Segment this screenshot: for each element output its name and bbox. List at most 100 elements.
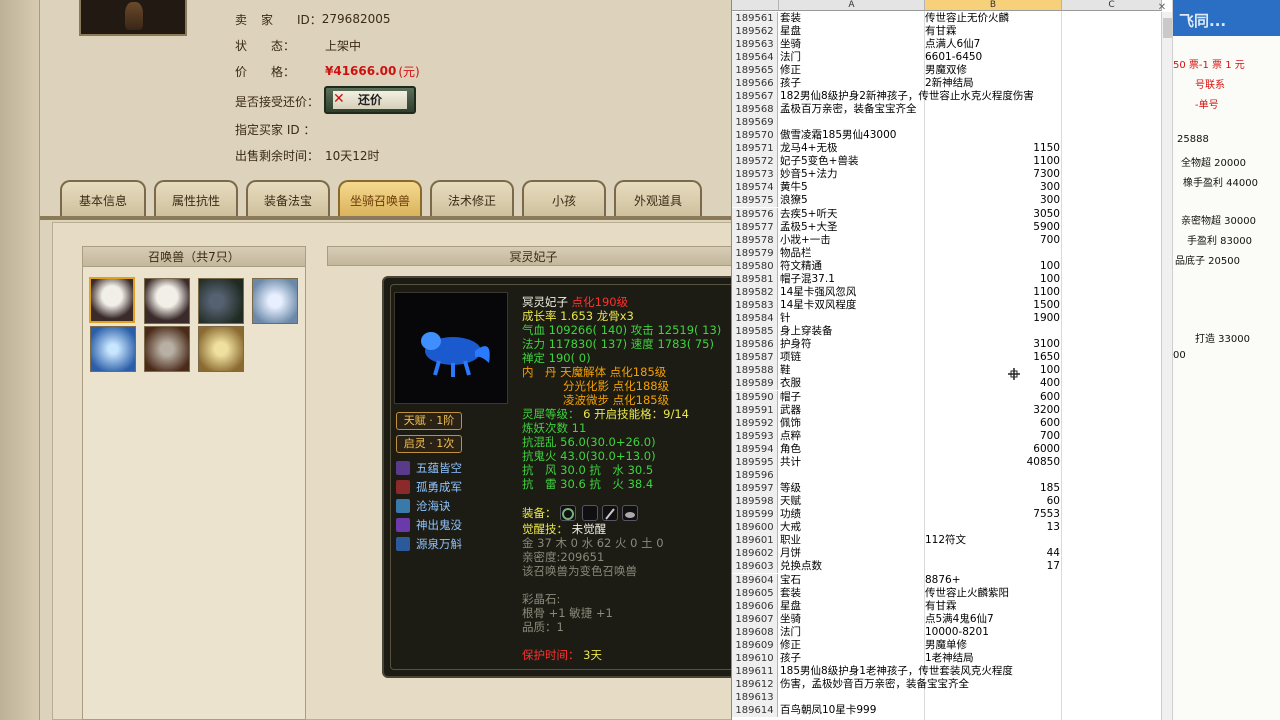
spreadsheet-row[interactable]: 189606 星盘 有甘霖 [732, 599, 1172, 613]
cell-a[interactable]: 物品栏 [780, 247, 924, 260]
spreadsheet-row[interactable]: 189577 孟极5+大圣 5900 [732, 220, 1172, 234]
cell-a[interactable]: 法门 [780, 51, 924, 64]
cell-a[interactable]: 月饼 [780, 547, 924, 560]
equip-slot-2-icon[interactable] [582, 505, 598, 521]
cell-b[interactable]: 13 [925, 521, 1060, 534]
cell-a[interactable]: 孟极百万亲密，装备宝宝齐全 [780, 103, 924, 116]
pet-slot-1[interactable] [89, 277, 135, 323]
cell-a[interactable]: 帽子 [780, 391, 924, 404]
row-number[interactable]: 189563 [732, 37, 778, 51]
row-number[interactable]: 189595 [732, 455, 778, 469]
cell-a[interactable]: 修正 [780, 64, 924, 77]
column-header-c[interactable]: C [1062, 0, 1162, 11]
cell-a[interactable]: 帽子混37.1 [780, 273, 924, 286]
spreadsheet-row[interactable]: 189569 [732, 116, 1172, 130]
spreadsheet-row[interactable]: 189604 宝石 8876+ [732, 573, 1172, 587]
row-number[interactable]: 189583 [732, 299, 778, 313]
spreadsheet-row[interactable]: 189571 龙马4+无极 1150 [732, 142, 1172, 156]
cell-b[interactable]: 3050 [925, 208, 1060, 221]
cell-b[interactable]: 40850 [925, 456, 1060, 469]
row-number[interactable]: 189566 [732, 76, 778, 90]
row-number[interactable]: 189611 [732, 665, 778, 678]
cell-a[interactable]: 天赋 [780, 495, 924, 508]
cell-b[interactable]: 点5满4鬼6仙7 [925, 613, 1062, 626]
row-number[interactable]: 189609 [732, 638, 778, 652]
row-number[interactable]: 189598 [732, 495, 778, 509]
cell-b[interactable]: 100 [925, 260, 1060, 273]
cell-b[interactable]: 3100 [925, 338, 1060, 351]
spreadsheet-row[interactable]: 189593 点粹 700 [732, 429, 1172, 443]
pet-slot-5[interactable] [90, 326, 136, 372]
equip-slot-4-icon[interactable] [622, 505, 638, 521]
row-number[interactable]: 189586 [732, 338, 778, 352]
row-number[interactable]: 189600 [732, 521, 778, 535]
cell-b[interactable]: 60 [925, 495, 1060, 508]
cell-a[interactable]: 大戒 [780, 521, 924, 534]
spreadsheet-row[interactable]: 189576 去疾5+听天 3050 [732, 207, 1172, 221]
spreadsheet-row[interactable]: 189603 兑换点数 17 [732, 560, 1172, 574]
cell-a[interactable]: 等级 [780, 482, 924, 495]
equip-slot-1-icon[interactable] [560, 505, 576, 521]
spreadsheet-row[interactable]: 189580 符文精通 100 [732, 259, 1172, 273]
cell-a[interactable]: 妙音5+法力 [780, 168, 924, 181]
spreadsheet-row[interactable]: 189584 针 1900 [732, 312, 1172, 326]
spreadsheet-row[interactable]: 189600 大戒 13 [732, 521, 1172, 535]
row-number[interactable]: 189571 [732, 142, 778, 156]
tab-spell-correction[interactable]: 法术修正 [430, 180, 514, 218]
spreadsheet-row[interactable]: 189572 妃子5变色+兽装 1100 [732, 155, 1172, 169]
spreadsheet-row[interactable]: 189588 鞋 100 [732, 364, 1172, 378]
cell-a[interactable]: 妃子5变色+兽装 [780, 155, 924, 168]
tab-child[interactable]: 小孩 [522, 180, 606, 218]
cell-b[interactable]: 7553 [925, 508, 1060, 521]
row-number[interactable]: 189594 [732, 442, 778, 456]
row-number[interactable]: 189587 [732, 351, 778, 365]
cell-a[interactable]: 符文精通 [780, 260, 924, 273]
cell-a[interactable]: 龙马4+无极 [780, 142, 924, 155]
pet-slot-7[interactable] [198, 326, 244, 372]
spreadsheet-row[interactable]: 189609 修正 男魔单修 [732, 638, 1172, 652]
spreadsheet-row[interactable]: 189564 法门 6601-6450 [732, 50, 1172, 64]
cell-b[interactable]: 10000-8201 [925, 626, 1062, 639]
tab-equipment[interactable]: 装备法宝 [246, 180, 330, 218]
corner-cell[interactable] [732, 0, 779, 11]
spreadsheet-row[interactable]: 189562 星盘 有甘霖 [732, 24, 1172, 38]
cell-b[interactable]: 6601-6450 [925, 51, 1062, 64]
cell-a[interactable]: 坐骑 [780, 613, 924, 626]
cell-b[interactable]: 2新神结局 [925, 77, 1062, 90]
cell-a[interactable]: 14星卡双风程度 [780, 299, 924, 312]
counter-offer-button[interactable]: 还价 ✕ [324, 86, 416, 114]
row-number[interactable]: 189608 [732, 625, 778, 639]
cell-a[interactable]: 共计 [780, 456, 924, 469]
tab-basic-info[interactable]: 基本信息 [60, 180, 146, 218]
spreadsheet-row[interactable]: 189567 182男仙8级护身2新神孩子，传世容止水克火程度伤害 [732, 89, 1172, 103]
cell-a[interactable]: 孩子 [780, 652, 924, 665]
row-number[interactable]: 189612 [732, 678, 778, 692]
cell-b[interactable]: 3200 [925, 404, 1060, 417]
cell-a[interactable]: 傲雪凌霜185男仙43000 [780, 129, 924, 142]
row-number[interactable]: 189564 [732, 50, 778, 64]
row-number[interactable]: 189603 [732, 560, 778, 574]
column-header-a[interactable]: A [779, 0, 925, 11]
row-number[interactable]: 189602 [732, 547, 778, 561]
cell-b[interactable]: 1650 [925, 351, 1060, 364]
spreadsheet-row[interactable]: 189599 功绩 7553 [732, 508, 1172, 522]
spreadsheet-row[interactable]: 189614 百鸟朝凤10星卡999 [732, 704, 1172, 718]
row-number[interactable]: 189572 [732, 155, 778, 169]
tab-attributes[interactable]: 属性抗性 [154, 180, 238, 218]
spreadsheet-row[interactable]: 189591 武器 3200 [732, 403, 1172, 417]
row-number[interactable]: 189590 [732, 390, 778, 404]
cell-b[interactable]: 1900 [925, 312, 1060, 325]
row-number[interactable]: 189589 [732, 377, 778, 391]
cell-a[interactable]: 点粹 [780, 430, 924, 443]
spreadsheet-row[interactable]: 189602 月饼 44 [732, 547, 1172, 561]
row-number[interactable]: 189574 [732, 181, 778, 195]
cell-a[interactable]: 孟极5+大圣 [780, 221, 924, 234]
spreadsheet-row[interactable]: 189585 身上穿装备 [732, 325, 1172, 339]
row-number[interactable]: 189614 [732, 704, 778, 718]
cell-a[interactable]: 法门 [780, 626, 924, 639]
cell-a[interactable]: 去疾5+听天 [780, 208, 924, 221]
cell-b[interactable]: 700 [925, 430, 1060, 443]
cell-b[interactable]: 300 [925, 194, 1060, 207]
cell-a[interactable]: 伤害，孟极妙音百万亲密，装备宝宝齐全 [780, 678, 969, 691]
cell-a[interactable]: 182男仙8级护身2新神孩子，传世容止水克火程度伤害 [780, 90, 1034, 103]
